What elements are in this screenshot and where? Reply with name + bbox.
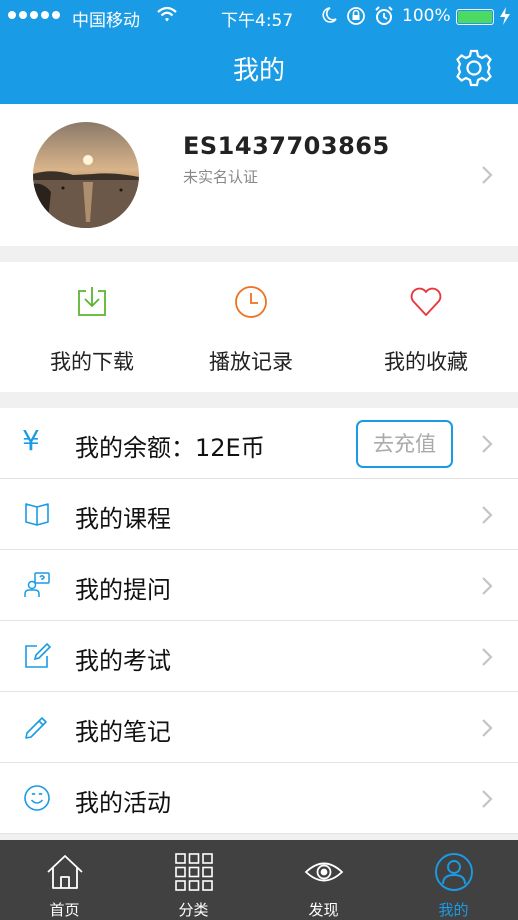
avatar[interactable] bbox=[33, 122, 139, 228]
menu-item-label: 我的考试 bbox=[75, 647, 171, 675]
exam-icon bbox=[23, 642, 52, 670]
menu-item-label: 我的活动 bbox=[75, 789, 171, 817]
menu-item-activities[interactable]: 我的活动 bbox=[0, 763, 518, 834]
menu-list: ¥ 我的余额：12E币 去充值 我的课程 我的提问 我的考试 我的笔记 我的活动 bbox=[0, 408, 518, 834]
battery-icon bbox=[456, 9, 494, 25]
tab-home[interactable]: 首页 bbox=[0, 840, 129, 920]
menu-item-label: 我的课程 bbox=[75, 505, 171, 533]
eye-icon bbox=[304, 852, 344, 892]
menu-item-notes[interactable]: 我的笔记 bbox=[0, 692, 518, 763]
page-title: 我的 bbox=[232, 56, 285, 86]
my-favorites-button[interactable]: 我的收藏 bbox=[340, 262, 512, 392]
rotation-lock-icon bbox=[345, 5, 367, 32]
menu-item-exams[interactable]: 我的考试 bbox=[0, 621, 518, 692]
chevron-right-icon bbox=[480, 717, 494, 739]
carrier-name: 中国移动 bbox=[72, 11, 140, 31]
grid-icon bbox=[174, 852, 214, 892]
yen-icon: ¥ bbox=[22, 424, 40, 457]
tab-mine[interactable]: 我的 bbox=[389, 840, 518, 920]
menu-item-label: 我的提问 bbox=[75, 576, 171, 604]
navigation-bar: 我的 bbox=[0, 32, 518, 104]
tab-label: 首页 bbox=[49, 901, 80, 919]
charging-icon bbox=[498, 5, 512, 32]
quick-action-label: 播放记录 bbox=[209, 350, 293, 374]
chevron-right-icon bbox=[480, 164, 494, 186]
chevron-right-icon bbox=[480, 788, 494, 810]
alarm-icon bbox=[374, 5, 394, 32]
settings-gear-icon[interactable] bbox=[454, 48, 494, 88]
book-icon bbox=[23, 500, 51, 528]
signal-icon bbox=[8, 7, 60, 19]
menu-item-courses[interactable]: 我的课程 bbox=[0, 479, 518, 550]
menu-item-questions[interactable]: 我的提问 bbox=[0, 550, 518, 621]
question-icon bbox=[23, 571, 51, 599]
quick-actions: 我的下载 播放记录 我的收藏 bbox=[0, 262, 518, 392]
download-icon bbox=[74, 284, 110, 320]
tab-label: 我的 bbox=[438, 901, 469, 919]
tab-discover[interactable]: 发现 bbox=[259, 840, 388, 920]
quick-action-label: 我的下载 bbox=[50, 350, 134, 374]
menu-item-label: 我的余额：12E币 bbox=[75, 434, 265, 462]
play-history-button[interactable]: 播放记录 bbox=[165, 262, 337, 392]
tab-categories[interactable]: 分类 bbox=[129, 840, 258, 920]
pencil-icon bbox=[23, 713, 51, 741]
smile-icon bbox=[23, 784, 51, 812]
chevron-right-icon bbox=[480, 646, 494, 668]
menu-item-balance[interactable]: ¥ 我的余额：12E币 去充值 bbox=[0, 408, 518, 479]
my-downloads-button[interactable]: 我的下载 bbox=[6, 262, 178, 392]
verification-status: 未实名认证 bbox=[183, 168, 259, 186]
battery-percent: 100% bbox=[402, 6, 451, 26]
clock-icon bbox=[233, 284, 269, 320]
chevron-right-icon bbox=[480, 433, 494, 455]
heart-icon bbox=[408, 284, 444, 320]
home-icon bbox=[45, 852, 85, 892]
username: ES1437703865 bbox=[183, 132, 390, 160]
recharge-button[interactable]: 去充值 bbox=[356, 420, 453, 468]
profile-card[interactable]: ES1437703865 未实名认证 bbox=[0, 104, 518, 246]
quick-action-label: 我的收藏 bbox=[384, 350, 468, 374]
chevron-right-icon bbox=[480, 575, 494, 597]
wifi-icon bbox=[156, 4, 178, 31]
tab-label: 分类 bbox=[178, 901, 209, 919]
status-time: 下午4:57 bbox=[221, 11, 294, 31]
menu-item-label: 我的笔记 bbox=[75, 718, 171, 746]
chevron-right-icon bbox=[480, 504, 494, 526]
user-icon bbox=[434, 852, 474, 892]
bottom-tab-bar: 首页 分类 发现 我的 bbox=[0, 840, 518, 920]
status-bar: 中国移动 下午4:57 100% bbox=[0, 0, 518, 32]
tab-label: 发现 bbox=[308, 901, 339, 919]
moon-icon bbox=[320, 4, 338, 31]
